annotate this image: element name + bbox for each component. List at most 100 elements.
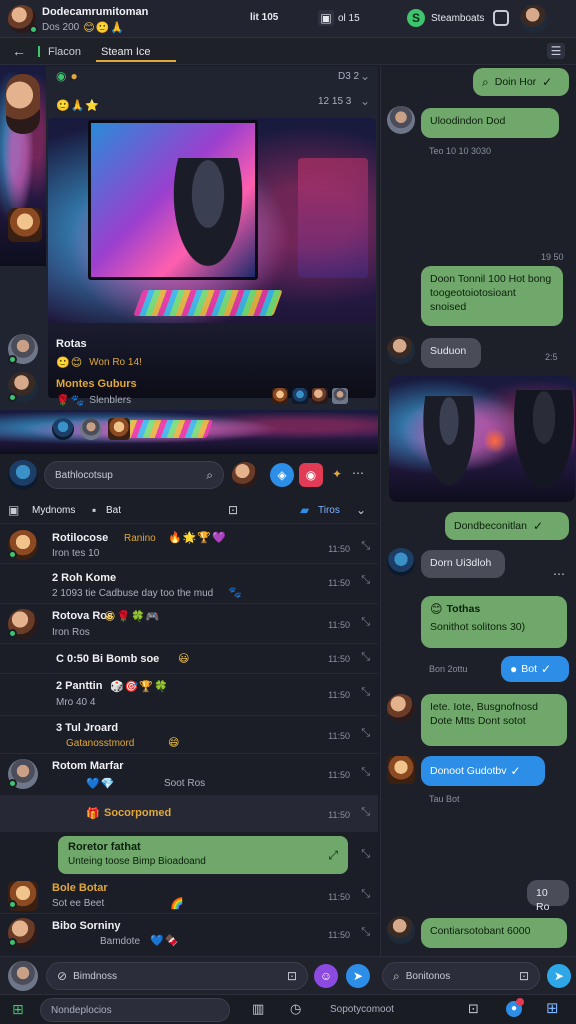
user-avatar[interactable] — [8, 5, 38, 34]
composer-bar: ⊘ Bimdnoss ⊡ ☺ ➤ ⌕ Bonitonos ⊡ ➤ — [0, 956, 576, 994]
list-item[interactable]: Rotova Ros 😀🌹🍀🎮 Iron Ros 11:50 ⤡ — [0, 604, 378, 644]
mid-label[interactable]: Sopotycomoot — [330, 1004, 394, 1015]
list-item[interactable]: 2 Panttin 🎲🎯🏆🍀 Mro 40 4 11:50 ⤡ — [0, 674, 378, 716]
message-sent-4[interactable]: 😊 Tothas Sonithot solitons 30) — [421, 596, 567, 648]
camera-icon[interactable] — [493, 10, 509, 26]
check-icon: ✓ — [542, 75, 553, 89]
filter-mid[interactable]: Bat — [106, 505, 121, 516]
sticker-icon-2: ⊡ — [518, 969, 529, 983]
list-item[interactable]: Rotom Marfar Soot Ros 💙💎 11:50 ⤡ — [0, 754, 378, 796]
list-item[interactable]: C 0:50 Bi Bomb soe 😃 11:50 ⤡ — [0, 644, 378, 674]
member-avatar-2[interactable] — [8, 372, 38, 402]
clock-icon[interactable]: ◷ — [290, 1002, 301, 1015]
search-avatar[interactable] — [8, 460, 38, 490]
apps-icon[interactable]: ⊞ — [546, 1001, 559, 1016]
contact-avatar[interactable] — [232, 462, 258, 488]
sticker-icon: ⊡ — [286, 969, 297, 983]
message-received-4[interactable]: Iete. Iote, Busgnofnosd Dote Mtts Dont s… — [421, 694, 567, 746]
timestamp-5: Tau Bot — [429, 794, 460, 804]
attach-icon: ⊘ — [57, 969, 68, 983]
expand-icon: ⤢ — [328, 848, 338, 862]
steam-status[interactable]: S Steamboats — [407, 9, 484, 27]
more-icon[interactable]: ⋯ — [352, 467, 364, 479]
list-item[interactable]: 2 Roh Kome 2 1093 tie Cadbuse day too th… — [0, 564, 378, 604]
more-icon-2[interactable]: ⋯ — [553, 568, 565, 580]
meta-icons-1: ◉ ● — [56, 69, 78, 83]
sender-avatar-6[interactable] — [387, 916, 415, 944]
chat-list-panel: Bathlocotsup ⌕ ◈ ◉ ✦ ⋯ ▣ Mydnoms ▪ Bat ⊡… — [0, 456, 378, 956]
message-sent-long[interactable]: Doon Tonnil 100 Hot bong toogeotoiotosio… — [421, 266, 563, 326]
chat-filter-icon[interactable]: ▣ — [8, 504, 19, 516]
grid-icon[interactable]: ⊞ — [12, 1002, 24, 1016]
profile-icon[interactable]: ⊡ — [468, 1002, 479, 1015]
star-icon[interactable]: ✦ — [332, 468, 342, 480]
folder-icon[interactable]: ▰ — [300, 504, 309, 516]
message-received-2[interactable]: Suduon — [421, 338, 481, 368]
reply-input[interactable]: ⌕ Bonitonos ⊡ — [382, 962, 540, 990]
bookmark-icon[interactable]: ▥ — [252, 1002, 264, 1015]
message-received-3[interactable]: Dorn Ui3dloh — [421, 550, 505, 578]
list-item[interactable]: 3 Tul Jroard Gatanosstmord 😄 11:50 ⤡ — [0, 716, 378, 754]
sender-avatar-3[interactable] — [387, 548, 415, 576]
user-name: Dodecamrumitoman — [42, 6, 149, 18]
notification-badge[interactable]: ▣ ol 15 — [318, 10, 360, 26]
message-received[interactable]: Uloodindon Dod — [421, 108, 559, 138]
timestamp-2: 19 50 — [541, 252, 564, 262]
record-icon[interactable]: ◉ — [299, 463, 323, 487]
tab-underline — [96, 60, 176, 62]
menu-icon[interactable]: ☰ — [547, 43, 565, 59]
search-icon: ⌕ — [206, 468, 213, 482]
message-received-blue[interactable]: Donoot Gudotbv ✓ — [421, 756, 545, 786]
sender-avatar-4[interactable] — [387, 694, 415, 722]
media-card: ◉ ● D3 2 ⌄ 🙂🙏⭐ 12 15 3 ⌄ Rotas 🙂😊 Won Ro … — [0, 66, 378, 454]
caption-tags: Slenblers — [89, 395, 132, 406]
message-received-5[interactable]: Contiarsotobant 6000 — [421, 918, 567, 948]
self-avatar[interactable] — [8, 961, 38, 991]
global-search[interactable]: Nondeplocios — [40, 998, 230, 1022]
filter-chevron-icon[interactable]: ⌄ — [356, 504, 366, 516]
send-icon[interactable]: ➤ — [346, 964, 370, 988]
emoji-icon[interactable]: ☺ — [314, 964, 338, 988]
tab-steam-ice[interactable]: Steam Ice — [101, 46, 151, 58]
caption-name: Rotas — [56, 338, 87, 350]
list-item[interactable]: Rotilocose Ranino 🔥🌟🏆💜 Iron tes 10 11:50… — [0, 526, 378, 564]
send-icon-2[interactable]: ➤ — [547, 964, 571, 988]
pin-icon: ⤡ — [361, 540, 370, 552]
message-sent-blue[interactable]: ● Bot ✓ — [501, 656, 569, 682]
sender-avatar-2[interactable] — [387, 336, 415, 364]
pin-icon-2[interactable]: ⤡ — [361, 848, 370, 861]
chevron-down-icon-2[interactable]: ⌄ — [360, 95, 370, 107]
list-item[interactable]: Bole Botar Sot ee Beet 🌈 11:50 ⤡ — [0, 878, 378, 914]
message-sent-3[interactable]: Dondbeconitlan ✓ — [445, 512, 569, 540]
message-input[interactable]: ⊘ Bimdnoss ⊡ — [46, 962, 308, 990]
pin-filter-icon[interactable]: ▪ — [92, 504, 96, 516]
timestamp-3: 2:5 — [545, 352, 558, 362]
filter-right[interactable]: Tiros — [318, 505, 340, 516]
message-sent[interactable]: ⌕ Doin Hor ✓ — [473, 68, 569, 96]
caption-sub: Won Ro 14! — [89, 357, 142, 368]
highlighted-message[interactable]: Roretor fathat Unteing toose Bimp Bioado… — [58, 836, 348, 874]
filter-left[interactable]: Mydnoms — [32, 505, 75, 516]
tab-flacon[interactable]: Flacon — [48, 46, 81, 58]
sender-avatar-5[interactable] — [387, 756, 415, 784]
share-icon[interactable]: ◈ — [270, 463, 294, 487]
status-emojis: 😊🙂🙏 — [83, 22, 126, 34]
thumb-strip[interactable] — [272, 388, 348, 404]
steam-icon: S — [407, 9, 425, 27]
sender-avatar[interactable] — [387, 106, 415, 134]
list-item[interactable]: Bibo Sorniny Bamdote 💙🍫 11:50 ⤡ — [0, 914, 378, 954]
search-input[interactable]: Bathlocotsup ⌕ — [44, 461, 224, 489]
friend-avatar[interactable] — [520, 5, 548, 33]
member-avatar-1[interactable] — [8, 334, 38, 364]
timestamp-4: Bon 2ottu — [429, 664, 468, 674]
center-indicator[interactable]: lit 105 — [250, 12, 278, 23]
chat-image[interactable] — [389, 376, 575, 502]
message-sent-gray[interactable]: 10 Ro — [527, 880, 569, 913]
check-icon: ✓ — [532, 519, 544, 533]
inbox-icon[interactable]: ⊡ — [228, 504, 238, 516]
thumb-avatar[interactable] — [8, 208, 42, 242]
back-arrow-icon[interactable]: ← — [12, 44, 26, 58]
list-item[interactable]: 🎁 Socorpomed 11:50 ⤡ — [0, 796, 378, 832]
chevron-down-icon[interactable]: ⌄ — [360, 70, 370, 82]
meta-time-2: 12 15 3 — [318, 96, 352, 107]
